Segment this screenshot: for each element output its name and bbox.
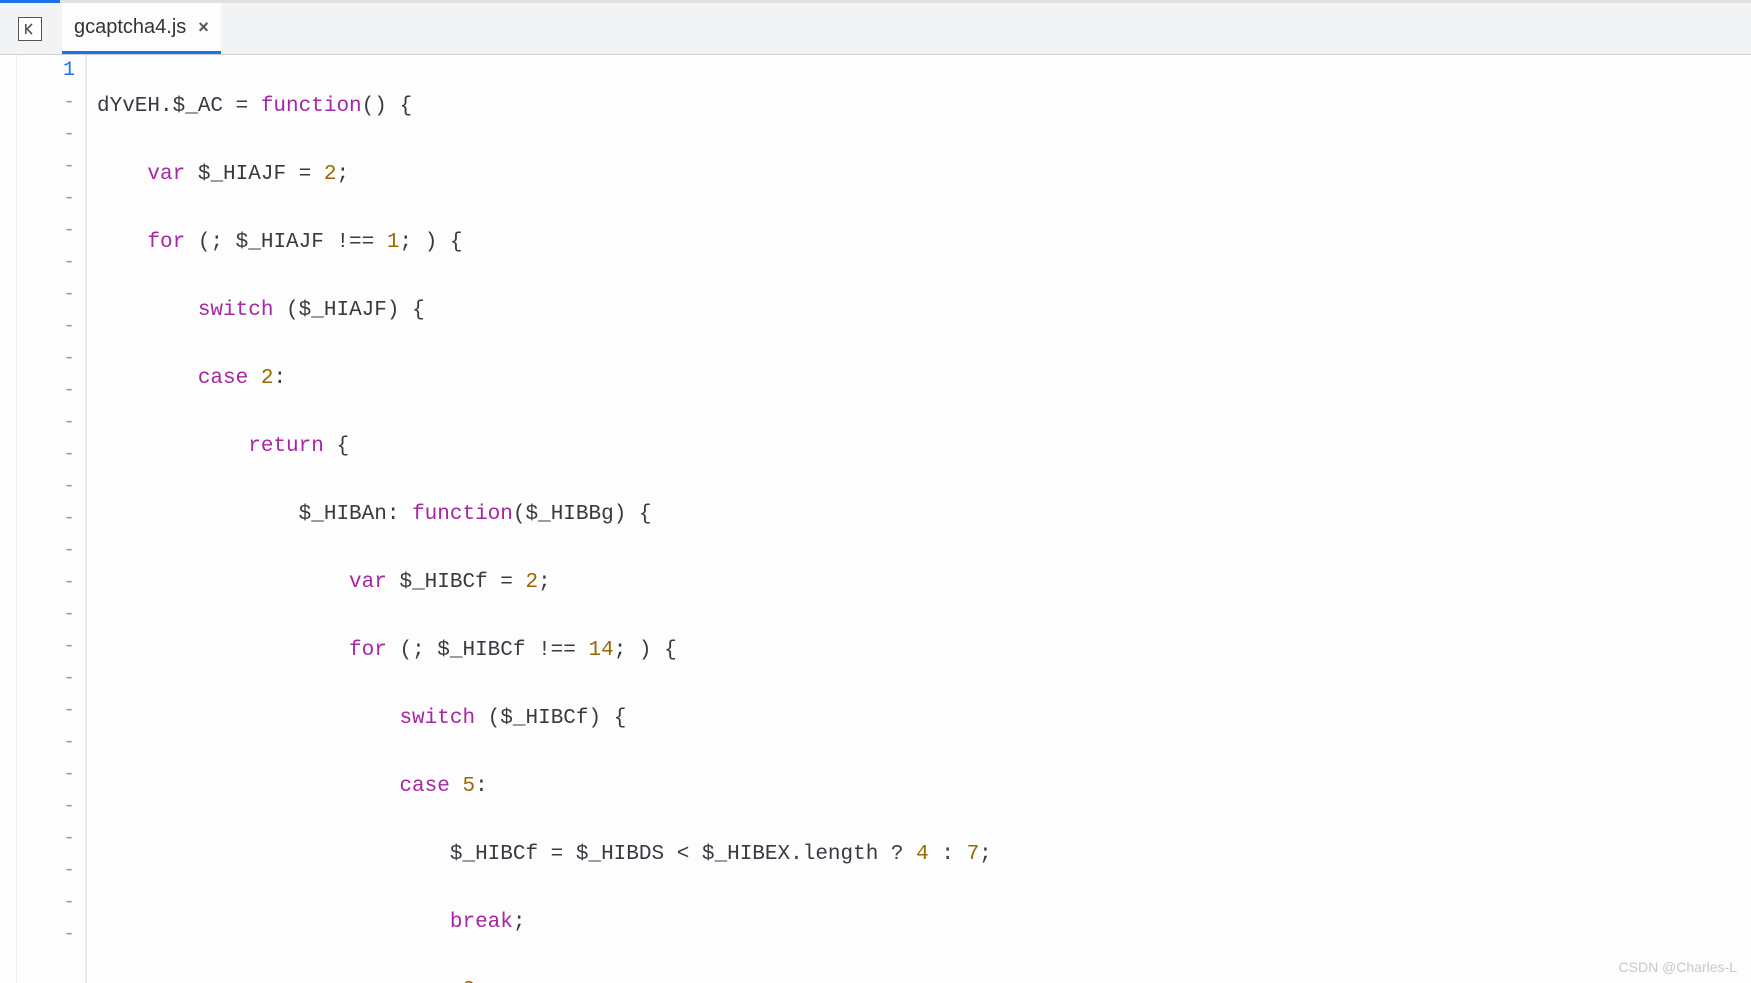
- tab-filename: gcaptcha4.js: [74, 16, 186, 39]
- line-number: -: [17, 663, 75, 695]
- line-number: -: [17, 631, 75, 663]
- code-line: for (; $_HIBCf !== 14; ) {: [97, 635, 1751, 667]
- code-area[interactable]: dYvEH.$_AC = function() { var $_HIAJF = …: [87, 55, 1751, 983]
- code-line: switch ($_HIBCf) {: [97, 703, 1751, 735]
- watermark: CSDN @Charles-L: [1619, 959, 1737, 975]
- line-number: -: [17, 791, 75, 823]
- line-number: -: [17, 535, 75, 567]
- line-number: -: [17, 695, 75, 727]
- code-line: break;: [97, 907, 1751, 939]
- code-line: case 5:: [97, 771, 1751, 803]
- code-editor: 1 - - - - - - - - - - - - - - - - - - - …: [0, 55, 1751, 983]
- line-number: -: [17, 183, 75, 215]
- line-gutter: 1 - - - - - - - - - - - - - - - - - - - …: [17, 55, 87, 983]
- line-number: -: [17, 279, 75, 311]
- line-number: -: [17, 503, 75, 535]
- code-line: var $_HIBCf = 2;: [97, 567, 1751, 599]
- line-number: -: [17, 919, 75, 951]
- line-number: -: [17, 215, 75, 247]
- code-line: case 2:: [97, 363, 1751, 395]
- line-number: -: [17, 375, 75, 407]
- code-line: $_HIBAn: function($_HIBBg) {: [97, 499, 1751, 531]
- line-number: -: [17, 471, 75, 503]
- close-icon[interactable]: ×: [198, 17, 209, 38]
- line-number: -: [17, 87, 75, 119]
- code-line: for (; $_HIAJF !== 1; ) {: [97, 227, 1751, 259]
- collapse-sidebar-button[interactable]: [18, 17, 42, 41]
- left-gutter: [0, 55, 17, 983]
- line-number: -: [17, 855, 75, 887]
- line-number: -: [17, 759, 75, 791]
- line-number: 1: [17, 55, 75, 87]
- line-number: -: [17, 567, 75, 599]
- line-number: -: [17, 119, 75, 151]
- chevron-left-icon: [25, 23, 35, 35]
- line-number: -: [17, 727, 75, 759]
- line-number: -: [17, 887, 75, 919]
- line-number: -: [17, 343, 75, 375]
- line-number: -: [17, 823, 75, 855]
- line-number: -: [17, 439, 75, 471]
- line-number: -: [17, 311, 75, 343]
- code-line: dYvEH.$_AC = function() {: [97, 91, 1751, 123]
- code-line: var $_HIAJF = 2;: [97, 159, 1751, 191]
- code-line: return {: [97, 431, 1751, 463]
- line-number: -: [17, 599, 75, 631]
- line-number: -: [17, 247, 75, 279]
- tab-bar: gcaptcha4.js ×: [0, 3, 1751, 55]
- tab-gcaptcha4[interactable]: gcaptcha4.js ×: [62, 3, 221, 54]
- code-line: switch ($_HIAJF) {: [97, 295, 1751, 327]
- code-line: $_HIBCf = $_HIBDS < $_HIBEX.length ? 4 :…: [97, 839, 1751, 871]
- code-line: case 2:: [97, 975, 1751, 983]
- line-number: -: [17, 407, 75, 439]
- line-number: -: [17, 151, 75, 183]
